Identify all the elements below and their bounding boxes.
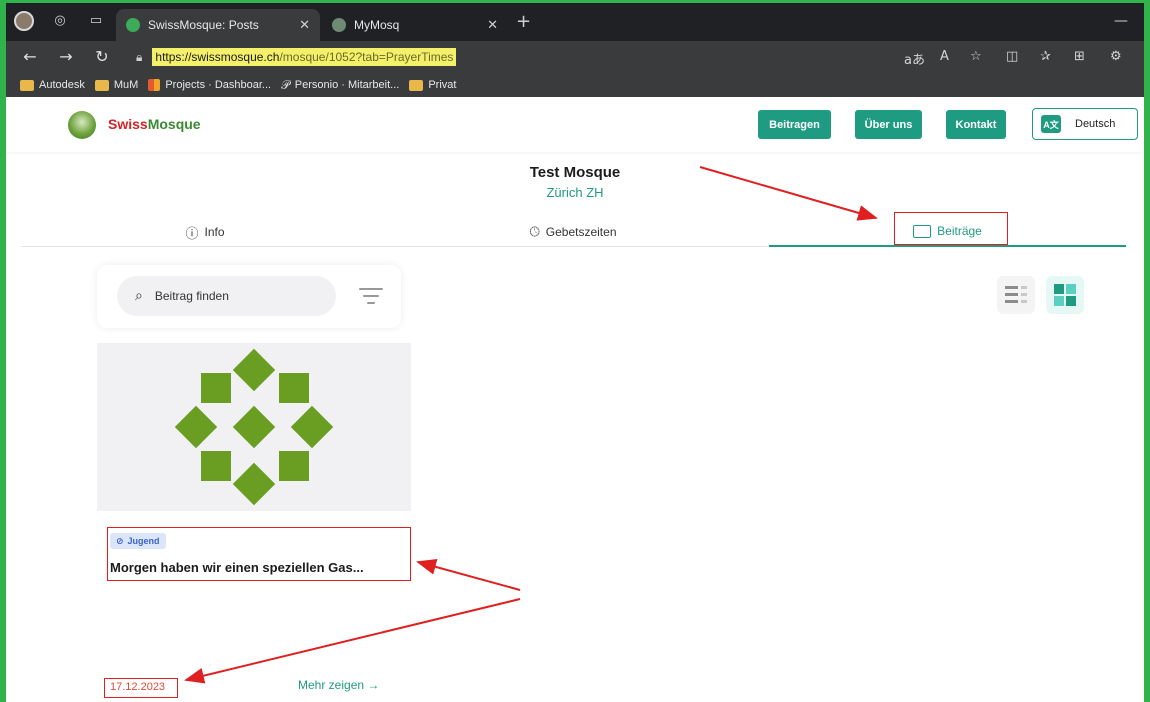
tab-gebetszeiten[interactable]: 🕓︎ Gebetszeiten [389, 217, 757, 247]
bookmark-label: Personio · Mitarbeit... [294, 79, 400, 91]
swissmosque-favicon [126, 18, 140, 32]
list-view-button[interactable] [997, 276, 1035, 314]
favorite-star-icon[interactable]: ☆ [970, 49, 982, 64]
search-placeholder: Beitrag finden [154, 289, 229, 303]
kontakt-button[interactable]: Kontakt [946, 110, 1006, 139]
search-card: ⌕ Beitrag finden [97, 265, 401, 328]
profile-avatar[interactable] [14, 11, 34, 31]
grid-view-icon [1054, 284, 1076, 306]
minimize-icon[interactable]: — [1114, 13, 1128, 29]
tab-info[interactable]: ⓘ Info [21, 217, 389, 247]
browser-tab-swissmosque[interactable]: SwissMosque: Posts ✕ [116, 9, 320, 41]
close-tab-icon[interactable]: ✕ [487, 18, 498, 33]
split-screen-icon[interactable]: ◫ [1006, 49, 1018, 64]
browser-tab-mymosq[interactable]: MyMosq ✕ [322, 9, 508, 41]
bookmark-label: MuM [113, 79, 139, 91]
bookmark-mum[interactable]: MuM [94, 79, 139, 91]
octagram-logo-image [174, 348, 334, 506]
read-aloud-icon[interactable]: A [940, 49, 949, 64]
close-tab-icon[interactable]: ✕ [299, 18, 310, 33]
bookmark-label: Autodesk [39, 79, 85, 91]
workspaces-icon[interactable]: ◎ [52, 13, 68, 29]
forward-icon[interactable]: → [56, 47, 76, 67]
folder-icon [94, 79, 109, 91]
url-host: https://swissmosque.ch [155, 50, 280, 64]
search-icon: ⌕ [135, 288, 143, 304]
url-path: /mosque/1052?tab=PrayerTimes [279, 50, 454, 64]
tab-actions-icon[interactable]: ▭ [88, 13, 104, 29]
translate-icon[interactable]: aあ [904, 49, 925, 68]
back-icon[interactable]: ← [20, 47, 40, 67]
annotation-box-post-title [107, 527, 411, 581]
address-bar: ← → ↻ 🔒︎ https://swissmosque.ch/mosque/1… [6, 41, 1144, 73]
info-icon: ⓘ [185, 226, 199, 242]
filter-icon[interactable] [359, 288, 383, 309]
bookmark-label: Projects · Dashboar... [165, 79, 272, 91]
ueber-uns-button[interactable]: Über uns [855, 110, 922, 139]
translate-icon: A文 [1041, 115, 1061, 133]
bookmarks-bar: Autodesk MuM Projects · Dashboar... 𝒫 Per… [6, 73, 1144, 97]
browser-tab-strip: ◎ ▭ SwissMosque: Posts ✕ MyMosq ✕ + — [6, 3, 1144, 41]
list-view-icon [1005, 286, 1027, 303]
favorites-icon[interactable]: ✰ [1040, 49, 1051, 64]
post-image [97, 343, 411, 511]
annotation-box-date [104, 678, 178, 698]
language-selector[interactable]: A文 Deutsch [1032, 108, 1138, 140]
mosque-city: Zürich ZH [546, 185, 604, 200]
mymosq-favicon [332, 18, 346, 32]
logo-swiss: Swiss [108, 116, 148, 132]
projects-icon [148, 79, 161, 91]
collections-icon[interactable]: ⊞ [1074, 49, 1085, 64]
tab-label: Gebetszeiten [545, 225, 617, 239]
mosque-logo-icon[interactable] [68, 111, 96, 139]
language-label: Deutsch [1075, 118, 1116, 130]
site-logo[interactable]: SwissMosque [108, 116, 201, 132]
bookmark-label: Privat [428, 79, 457, 91]
tab-label: Info [204, 225, 225, 239]
tab-label: SwissMosque: Posts [148, 18, 259, 32]
reload-icon[interactable]: ↻ [92, 47, 112, 67]
site-header: SwissMosque Beitragen Über uns Kontakt A… [6, 97, 1144, 152]
show-more-link[interactable]: Mehr zeigen → [298, 678, 379, 692]
lock-icon: 🔒︎ [136, 49, 143, 64]
bookmark-personio[interactable]: 𝒫 Personio · Mitarbeit... [281, 78, 399, 93]
bookmark-autodesk[interactable]: Autodesk [20, 79, 85, 91]
personio-icon: 𝒫 [281, 77, 290, 92]
folder-icon [20, 79, 34, 91]
extensions-icon[interactable]: ⚙ [1110, 49, 1122, 64]
mosque-name: Test Mosque [529, 164, 621, 181]
grid-view-button[interactable] [1046, 276, 1084, 314]
annotation-box-beitraege [894, 212, 1008, 245]
new-tab-icon[interactable]: + [516, 13, 531, 31]
bookmark-projects[interactable]: Projects · Dashboar... [148, 79, 271, 91]
folder-icon [409, 79, 424, 91]
web-page: SwissMosque Beitragen Über uns Kontakt A… [6, 97, 1144, 702]
tab-label: MyMosq [354, 18, 400, 32]
search-input[interactable]: ⌕ Beitrag finden [117, 276, 336, 316]
logo-mosque: Mosque [147, 116, 201, 132]
url-field[interactable]: 🔒︎ https://swissmosque.ch/mosque/1052?ta… [136, 46, 896, 68]
clock-icon: 🕓︎ [529, 224, 540, 240]
beitragen-button[interactable]: Beitragen [758, 110, 831, 139]
bookmark-privat[interactable]: Privat [409, 79, 456, 91]
post-card[interactable]: ⊘ Jugend Morgen haben wir einen spezielle… [97, 343, 411, 702]
